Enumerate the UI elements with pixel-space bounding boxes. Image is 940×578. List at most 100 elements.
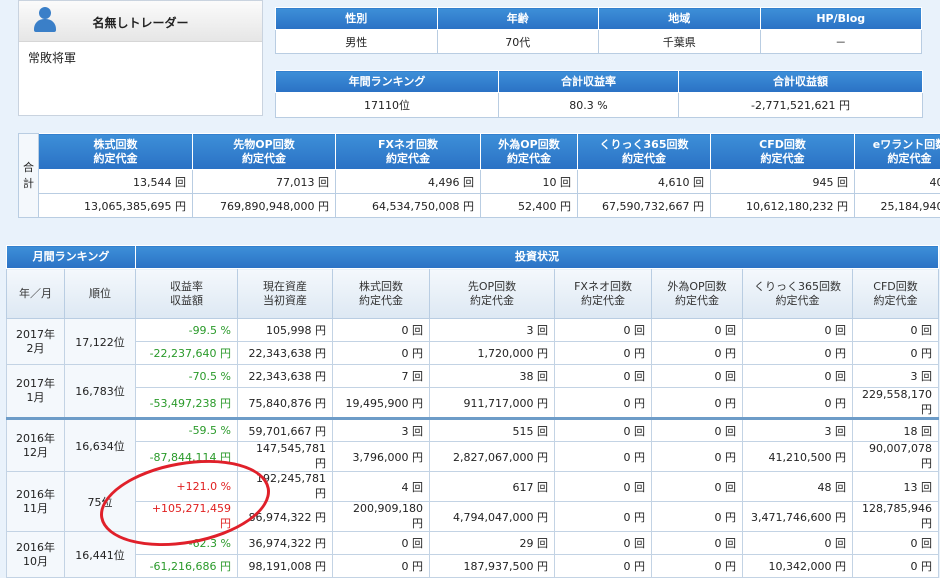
value-cell: 0 回: [743, 532, 853, 555]
value-cell: 187,937,500 円: [430, 555, 555, 578]
value-cell: 7 回: [333, 365, 430, 388]
value-cell: 0 回: [853, 532, 939, 555]
age-header: 年齢: [437, 8, 599, 30]
futures-op-amount: 769,890,948,000 円: [193, 194, 336, 218]
stock-count: 13,544 回: [39, 170, 193, 194]
fx-op-amount: 52,400 円: [481, 194, 578, 218]
fx-neo-amount: 64,534,750,008 円: [336, 194, 481, 218]
region-value: 千葉県: [599, 30, 761, 54]
year-month-cell: 2017年2月: [7, 319, 65, 365]
profile-title: 常敗将軍: [28, 49, 76, 66]
value-cell: 0 円: [555, 388, 652, 419]
year-month-header: 年／月: [7, 269, 65, 319]
value-cell: 29 回: [430, 532, 555, 555]
value-cell: 36,974,322 円: [238, 532, 333, 555]
value-cell: 0 回: [333, 532, 430, 555]
value-cell: 0 円: [652, 555, 743, 578]
table-row: -53,497,238 円75,840,876 円19,495,900 円911…: [7, 388, 939, 419]
value-cell: 0 円: [652, 502, 743, 532]
value-cell: 59,701,667 円: [238, 419, 333, 442]
total-return-rate-header: 合計収益率: [499, 71, 679, 93]
value-cell: 617 回: [430, 472, 555, 502]
value-cell: 2,827,067,000 円: [430, 442, 555, 472]
return-rate-cell: -99.5 %: [136, 319, 238, 342]
fx-op-count: 10 回: [481, 170, 578, 194]
rank-header: 順位: [65, 269, 136, 319]
assets-header: 現在資産当初資産: [238, 269, 333, 319]
click365-count: 4,610 回: [578, 170, 711, 194]
value-cell: 0 円: [555, 555, 652, 578]
profile-card: 名無しトレーダー 常敗将軍: [18, 0, 263, 116]
value-cell: 0 回: [555, 319, 652, 342]
value-cell: 0 円: [853, 555, 939, 578]
value-cell: 200,909,180 円: [333, 502, 430, 532]
gender-header: 性別: [276, 8, 438, 30]
value-cell: 0 回: [743, 365, 853, 388]
totals-table: 合計 株式回数約定代金 先物OP回数約定代金 FXネオ回数約定代金 外為OP回数…: [18, 133, 940, 218]
totals-side-label: 合計: [19, 134, 39, 218]
value-cell: 3 回: [743, 419, 853, 442]
value-cell: 19,495,900 円: [333, 388, 430, 419]
value-cell: 1,720,000 円: [430, 342, 555, 365]
click365-header: くりっく365回数約定代金: [578, 134, 711, 170]
value-cell: 0 円: [743, 388, 853, 419]
annual-ranking-header: 年間ランキング: [276, 71, 499, 93]
value-cell: 3 回: [333, 419, 430, 442]
demographics-table: 性別 年齢 地域 HP/Blog 男性 70代 千葉県 －: [275, 7, 922, 54]
value-cell: 0 回: [652, 532, 743, 555]
value-cell: 41,210,500 円: [743, 442, 853, 472]
total-return-rate-value: 80.3 %: [499, 93, 679, 118]
value-cell: 3 回: [430, 319, 555, 342]
value-cell: 38 回: [430, 365, 555, 388]
op-sub-header: 先OP回数約定代金: [430, 269, 555, 319]
value-cell: 13 回: [853, 472, 939, 502]
rank-cell: 16,634位: [65, 419, 136, 472]
hp-blog-value: －: [760, 30, 922, 54]
ewarrant-count: 40 回: [855, 170, 940, 194]
table-row: 2016年12月16,634位-59.5 %59,701,667 円3 回515…: [7, 419, 939, 442]
region-header: 地域: [599, 8, 761, 30]
value-cell: 147,545,781 円: [238, 442, 333, 472]
profit-amount-cell: -61,216,686 円: [136, 555, 238, 578]
investment-status-header: 投資状況: [136, 246, 939, 269]
stock-header: 株式回数約定代金: [39, 134, 193, 170]
profile-header: 名無しトレーダー: [19, 1, 262, 42]
value-cell: 0 円: [555, 442, 652, 472]
value-cell: 0 円: [652, 342, 743, 365]
value-cell: 0 回: [652, 319, 743, 342]
ewarrant-amount: 25,184,940 円: [855, 194, 940, 218]
total-profit-value: -2,771,521,621 円: [679, 93, 923, 118]
futures-op-header: 先物OP回数約定代金: [193, 134, 336, 170]
year-month-cell: 2016年12月: [7, 419, 65, 472]
profit-amount-cell: -53,497,238 円: [136, 388, 238, 419]
stock-sub-header: 株式回数約定代金: [333, 269, 430, 319]
hp-blog-header: HP/Blog: [760, 8, 922, 30]
value-cell: 4 回: [333, 472, 430, 502]
fx-op-header: 外為OP回数約定代金: [481, 134, 578, 170]
ewarrant-header: eワラント回数約定代金: [855, 134, 940, 170]
value-cell: 98,191,008 円: [238, 555, 333, 578]
value-cell: 911,717,000 円: [430, 388, 555, 419]
profile-name: 名無しトレーダー: [19, 14, 262, 31]
fx-neo-header: FXネオ回数約定代金: [336, 134, 481, 170]
value-cell: 0 円: [333, 342, 430, 365]
value-cell: 0 回: [555, 472, 652, 502]
table-row: 2017年1月16,783位-70.5 %22,343,638 円7 回38 回…: [7, 365, 939, 388]
value-cell: 3,471,746,600 円: [743, 502, 853, 532]
fx-neo-sub-header: FXネオ回数約定代金: [555, 269, 652, 319]
value-cell: 229,558,170 円: [853, 388, 939, 419]
return-rate-cell: -70.5 %: [136, 365, 238, 388]
annual-ranking-value: 17110位: [276, 93, 499, 118]
click365-amount: 67,590,732,667 円: [578, 194, 711, 218]
year-month-cell: 2017年1月: [7, 365, 65, 419]
value-cell: 0 回: [853, 319, 939, 342]
value-cell: 0 円: [743, 342, 853, 365]
value-cell: 90,007,078 円: [853, 442, 939, 472]
value-cell: 0 円: [853, 342, 939, 365]
rank-cell: 17,122位: [65, 319, 136, 365]
value-cell: 0 円: [333, 555, 430, 578]
total-profit-header: 合計収益額: [679, 71, 923, 93]
value-cell: 10,342,000 円: [743, 555, 853, 578]
cfd-header: CFD回数約定代金: [711, 134, 855, 170]
table-row: -61,216,686 円98,191,008 円0 円187,937,500 …: [7, 555, 939, 578]
